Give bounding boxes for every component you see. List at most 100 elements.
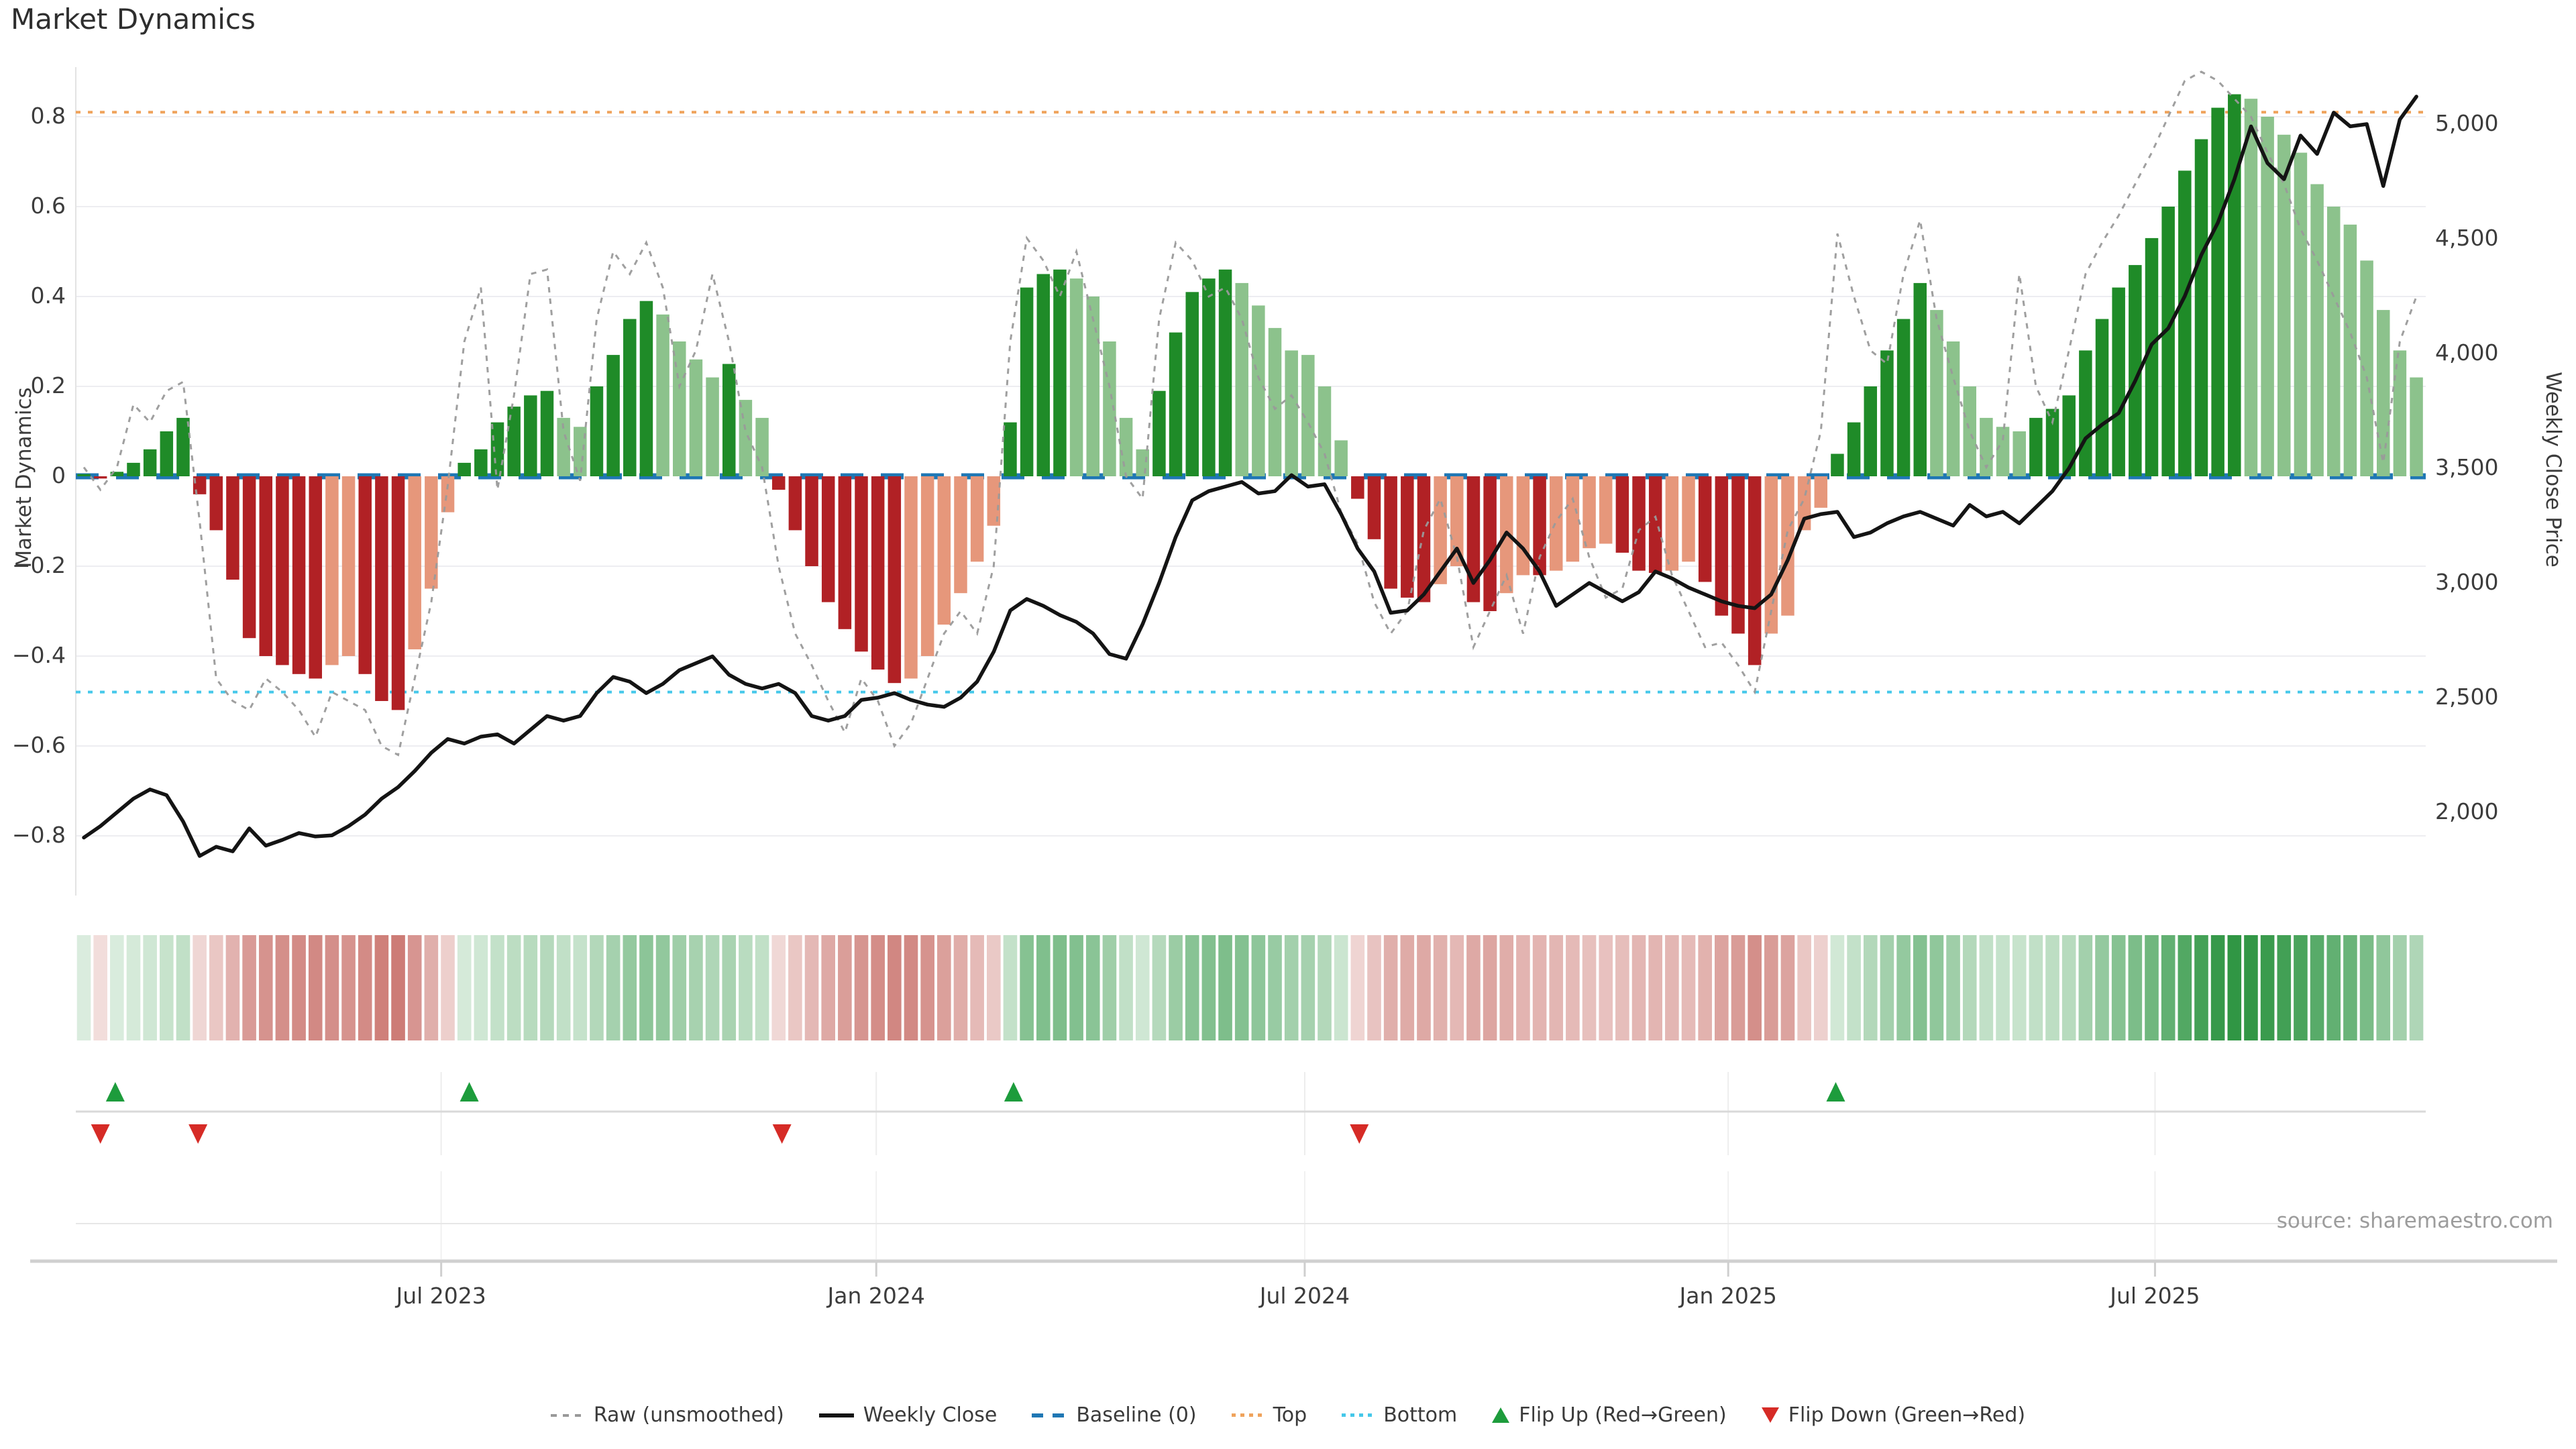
- heatmap-cell: [391, 935, 405, 1040]
- dynamics-bar: [1053, 269, 1067, 476]
- dynamics-bar: [1483, 476, 1497, 611]
- dynamics-bar: [788, 476, 802, 531]
- dynamics-bar: [1252, 305, 1265, 476]
- market-dynamics-chart: [30, 67, 2557, 1277]
- heatmap-cell: [590, 935, 604, 1040]
- right-tick-label: 3,500: [2435, 454, 2499, 480]
- heatmap-cell: [1218, 935, 1232, 1040]
- heatmap-cell: [441, 935, 455, 1040]
- heatmap-cell: [1599, 935, 1613, 1040]
- bottom-swatch-icon: [1342, 1413, 1375, 1417]
- dynamics-bar: [1632, 476, 1646, 571]
- heatmap-cell: [1102, 935, 1117, 1040]
- dynamics-bar: [1384, 476, 1397, 589]
- heatmap-cell: [1152, 935, 1167, 1040]
- heatmap-cell: [953, 935, 968, 1040]
- dynamics-bar: [1549, 476, 1563, 571]
- left-tick-label: −0.2: [11, 552, 66, 578]
- heatmap-cell: [1847, 935, 1861, 1040]
- heatmap-cell: [970, 935, 984, 1040]
- heatmap-cell: [407, 935, 422, 1040]
- right-tick-label: 2,500: [2435, 684, 2499, 710]
- top-swatch-icon: [1231, 1413, 1264, 1417]
- heatmap-cell: [1433, 935, 1448, 1040]
- dynamics-bar: [623, 319, 637, 476]
- heatmap-cell: [1631, 935, 1646, 1040]
- source-credit: source: sharemaestro.com: [2276, 1209, 2553, 1233]
- heatmap-cell: [258, 935, 273, 1040]
- flip-up-marker: [1004, 1082, 1023, 1102]
- heatmap-cell: [2294, 935, 2308, 1040]
- dynamics-bar: [2310, 184, 2324, 476]
- heatmap-cell: [76, 935, 91, 1040]
- heatmap-cell: [2161, 935, 2176, 1040]
- heatmap-cell: [1648, 935, 1662, 1040]
- heatmap-cell: [1863, 935, 1878, 1040]
- heatmap-cell: [821, 935, 835, 1040]
- dynamics-bar: [771, 476, 786, 490]
- heatmap-cell: [2359, 935, 2374, 1040]
- heatmap-cell: [424, 935, 439, 1040]
- x-tick-label: Jan 2024: [827, 1283, 925, 1309]
- heatmap-cell: [1367, 935, 1381, 1040]
- heatmap-cell: [1119, 935, 1133, 1040]
- heatmap-cell: [920, 935, 934, 1040]
- heatmap-cell: [1234, 935, 1249, 1040]
- dynamics-bar: [2410, 377, 2423, 476]
- dynamics-bar: [590, 386, 604, 476]
- dynamics-bar: [292, 476, 306, 674]
- heatmap-cell: [1284, 935, 1299, 1040]
- dynamics-bar: [954, 476, 967, 594]
- heatmap-cell: [540, 935, 554, 1040]
- heatmap-cell: [225, 935, 240, 1040]
- heatmap-cell: [2277, 935, 2292, 1040]
- dynamics-bar: [1880, 350, 1894, 476]
- x-tick-label: Jul 2024: [1259, 1283, 1350, 1309]
- dynamics-bar: [2327, 207, 2341, 476]
- dynamics-bar: [689, 359, 703, 476]
- dynamics-bar: [93, 476, 107, 479]
- left-tick-label: 0.2: [30, 372, 66, 398]
- dynamics-bar: [325, 476, 339, 665]
- dynamics-bar: [2178, 170, 2192, 476]
- dynamics-bar: [1930, 310, 1943, 476]
- flip-down-marker: [772, 1124, 792, 1144]
- heatmap-cell: [788, 935, 802, 1040]
- chart-legend: Raw (unsmoothed) Weekly Close Baseline (0)…: [0, 1403, 2576, 1427]
- dynamics-bar: [1599, 476, 1613, 544]
- heatmap-cell: [1880, 935, 1894, 1040]
- heatmap-cell: [160, 935, 174, 1040]
- flip-up-marker: [460, 1082, 479, 1102]
- heatmap-cell: [176, 935, 191, 1040]
- dynamics-bar: [2029, 417, 2043, 476]
- heatmap-cell: [937, 935, 951, 1040]
- dynamics-bar: [2244, 99, 2258, 476]
- heatmap-cell: [275, 935, 290, 1040]
- dynamics-bar: [1202, 278, 1216, 476]
- heatmap-cell: [689, 935, 703, 1040]
- legend-label: Raw (unsmoothed): [593, 1403, 784, 1427]
- dynamics-bar: [458, 462, 471, 476]
- dynamics-bar: [2194, 139, 2208, 476]
- dynamics-bar: [2062, 395, 2076, 476]
- x-tick-label: Jan 2025: [1679, 1283, 1777, 1309]
- heatmap-cell: [2393, 935, 2407, 1040]
- dynamics-bar: [77, 474, 91, 476]
- dynamics-bar: [375, 476, 388, 701]
- dynamics-bar: [805, 476, 818, 566]
- heatmap-cell: [1929, 935, 1944, 1040]
- heatmap-cell: [474, 935, 488, 1040]
- baseline-swatch-icon: [1032, 1413, 1067, 1417]
- dynamics-bar: [1896, 319, 1911, 476]
- dynamics-bar: [143, 449, 157, 476]
- heatmap-cell: [639, 935, 653, 1040]
- heatmap-cell: [573, 935, 588, 1040]
- heatmap-cell: [1913, 935, 1927, 1040]
- dynamics-bar: [722, 364, 736, 476]
- dynamics-bar: [1665, 476, 1679, 571]
- dynamics-bar: [259, 476, 273, 656]
- dynamics-bar: [1516, 476, 1530, 576]
- heatmap-cell: [292, 935, 306, 1040]
- legend-item-baseline: Baseline (0): [1032, 1403, 1197, 1427]
- heatmap-cell: [1417, 935, 1431, 1040]
